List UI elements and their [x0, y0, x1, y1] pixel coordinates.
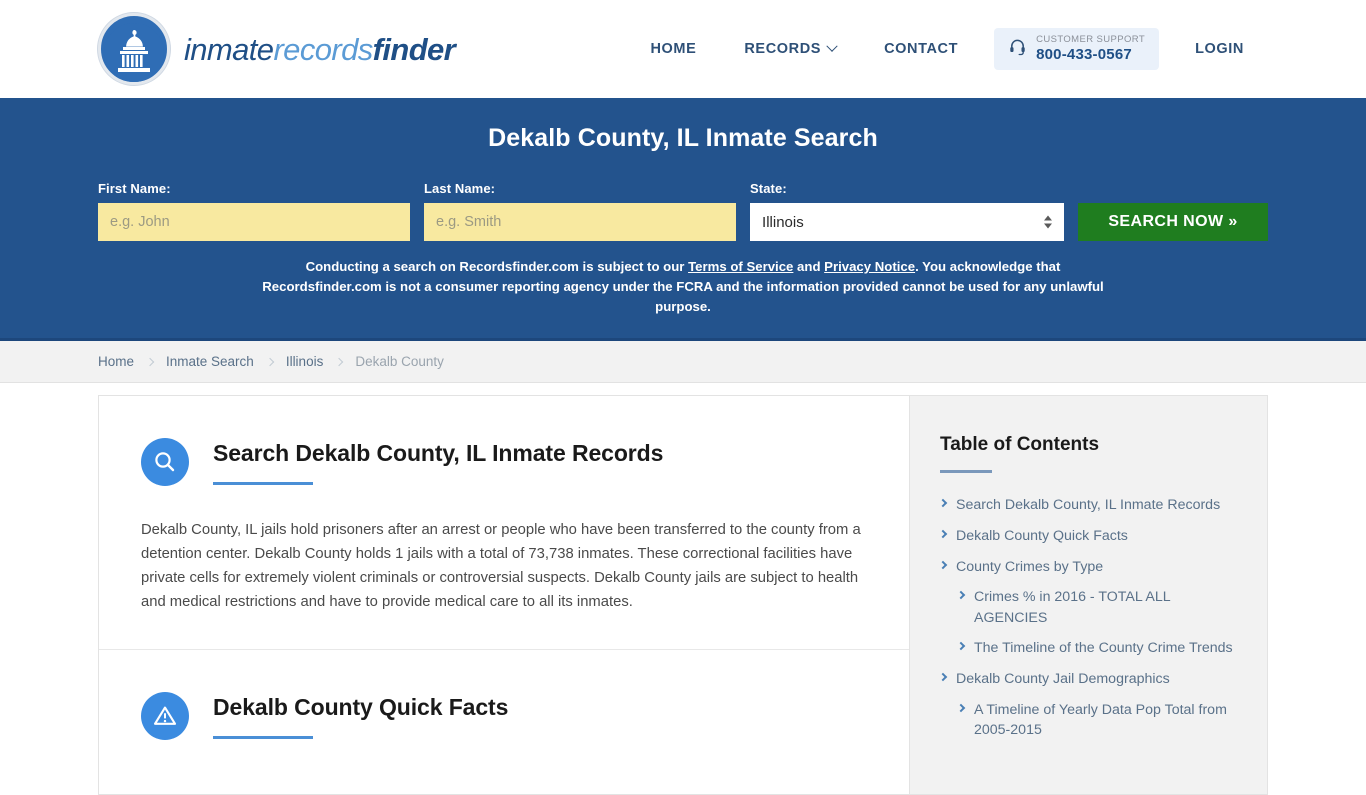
nav-login-label: LOGIN: [1195, 40, 1244, 57]
logo-wordmark: inmaterecordsfinder: [184, 31, 456, 67]
first-name-field-group: First Name:: [98, 181, 411, 241]
chevron-right-icon: [335, 357, 344, 367]
section-title: Search Dekalb County, IL Inmate Records: [213, 440, 664, 467]
section-search-records: Search Dekalb County, IL Inmate Records …: [99, 396, 909, 649]
toc-link-5[interactable]: Dekalb County Jail Demographics: [956, 669, 1170, 690]
inmate-search-form: First Name: Last Name: State: Illinois S…: [98, 181, 1268, 241]
section-title: Dekalb County Quick Facts: [213, 694, 509, 721]
chevron-right-icon: [938, 560, 948, 569]
chevron-right-icon: [938, 499, 948, 508]
customer-support-block[interactable]: CUSTOMER SUPPORT 800-433-0567: [994, 27, 1160, 71]
search-now-button[interactable]: SEARCH NOW »: [1078, 203, 1268, 241]
toc-item-3[interactable]: Crimes % in 2016 - TOTAL ALL AGENCIES: [940, 587, 1237, 628]
toc-title: Table of Contents: [940, 434, 1100, 456]
title-underline: [213, 482, 313, 486]
chevron-right-icon: [938, 672, 948, 682]
chevron-right-icon: [265, 357, 275, 367]
toc-link-6[interactable]: A Timeline of Yearly Data Pop Total from…: [974, 700, 1237, 741]
disclaimer-and: and: [793, 259, 825, 274]
breadcrumb-item-current: Dekalb County: [355, 354, 444, 370]
support-text: CUSTOMER SUPPORT 800-433-0567: [1036, 33, 1146, 63]
support-label: CUSTOMER SUPPORT: [1036, 33, 1146, 45]
breadcrumb: Home Inmate Search Illinois Dekalb Count…: [0, 341, 1366, 384]
toc-list: Search Dekalb County, IL Inmate Records …: [938, 495, 1237, 741]
last-name-input[interactable]: [424, 203, 737, 241]
state-field-group: State: Illinois: [750, 181, 1064, 241]
disclaimer-text-1: Conducting a search on Recordsfinder.com…: [305, 259, 689, 274]
section-paragraph: Dekalb County, IL jails hold prisoners a…: [141, 522, 861, 611]
site-header: inmaterecordsfinder HOME RECORDS CONTACT…: [0, 0, 1366, 98]
chevron-right-icon: [956, 590, 966, 600]
section-title-wrap: Search Dekalb County, IL Inmate Records: [213, 436, 664, 486]
privacy-notice-link[interactable]: Privacy Notice: [824, 259, 915, 274]
toc-item-0[interactable]: Search Dekalb County, IL Inmate Records: [938, 495, 1237, 516]
toc-link-4[interactable]: The Timeline of the County Crime Trends: [974, 638, 1233, 659]
toc-link-3[interactable]: Crimes % in 2016 - TOTAL ALL AGENCIES: [974, 587, 1237, 628]
toc-underline: [940, 470, 992, 474]
page-body: Search Dekalb County, IL Inmate Records …: [0, 383, 1366, 795]
toc-link-1[interactable]: Dekalb County Quick Facts: [956, 526, 1128, 547]
headset-icon: [1008, 37, 1027, 61]
logo-part-records: records: [273, 31, 373, 67]
chevron-right-icon: [956, 642, 966, 651]
table-of-contents: Table of Contents Search Dekalb County, …: [909, 396, 1267, 795]
nav-records-label: RECORDS: [744, 40, 822, 57]
section-title-wrap: Dekalb County Quick Facts: [213, 690, 509, 740]
capitol-dome-icon: [98, 13, 170, 85]
last-name-field-group: Last Name:: [424, 181, 737, 241]
nav-contact[interactable]: CONTACT: [860, 41, 982, 57]
nav-home-label: HOME: [650, 40, 697, 57]
toc-item-1[interactable]: Dekalb County Quick Facts: [938, 526, 1237, 547]
nav-home[interactable]: HOME: [626, 41, 720, 57]
first-name-input[interactable]: [98, 203, 411, 241]
chevron-down-icon: [826, 40, 838, 52]
hero-search-section: Dekalb County, IL Inmate Search First Na…: [0, 98, 1366, 342]
logo-part-inmate: inmate: [184, 31, 274, 67]
chevron-right-icon: [938, 529, 948, 539]
search-disclaimer: Conducting a search on Recordsfinder.com…: [253, 257, 1113, 316]
toc-link-0[interactable]: Search Dekalb County, IL Inmate Records: [956, 495, 1220, 516]
magnifier-icon: [141, 438, 189, 487]
title-underline: [213, 736, 313, 740]
main-navigation: HOME RECORDS CONTACT CUSTOMER SUPPORT 80…: [626, 27, 1268, 71]
terms-of-service-link[interactable]: Terms of Service: [688, 259, 793, 274]
page-title: Dekalb County, IL Inmate Search: [488, 124, 878, 152]
warning-triangle-icon: [141, 692, 189, 741]
last-name-label: Last Name:: [424, 181, 496, 196]
breadcrumb-item-home[interactable]: Home: [98, 354, 134, 369]
breadcrumb-item-illinois[interactable]: Illinois: [286, 354, 324, 369]
nav-records[interactable]: RECORDS: [720, 40, 860, 57]
content-card: Search Dekalb County, IL Inmate Records …: [98, 395, 1268, 795]
chevron-right-icon: [145, 357, 155, 367]
site-logo[interactable]: inmaterecordsfinder: [98, 13, 456, 85]
section-quick-facts: Dekalb County Quick Facts: [99, 649, 909, 774]
select-stepper-icon: [1044, 215, 1052, 229]
chevron-right-icon: [956, 703, 966, 712]
support-phone: 800-433-0567: [1036, 45, 1132, 63]
toc-item-5[interactable]: Dekalb County Jail Demographics: [938, 669, 1237, 690]
state-select-value: Illinois: [762, 213, 804, 231]
main-content: Search Dekalb County, IL Inmate Records …: [99, 396, 909, 795]
state-select[interactable]: Illinois: [750, 203, 1064, 241]
section-header: Search Dekalb County, IL Inmate Records: [141, 436, 867, 487]
toc-item-2[interactable]: County Crimes by Type: [938, 557, 1237, 578]
first-name-label: First Name:: [98, 181, 171, 196]
breadcrumb-item-inmate-search[interactable]: Inmate Search: [166, 354, 254, 369]
state-label: State:: [750, 181, 787, 196]
toc-item-4[interactable]: The Timeline of the County Crime Trends: [940, 638, 1237, 659]
toc-link-2[interactable]: County Crimes by Type: [956, 557, 1103, 578]
section-header: Dekalb County Quick Facts: [141, 690, 867, 741]
toc-item-6[interactable]: A Timeline of Yearly Data Pop Total from…: [940, 700, 1237, 741]
nav-login[interactable]: LOGIN: [1171, 41, 1268, 57]
logo-part-finder: finder: [372, 31, 456, 67]
nav-contact-label: CONTACT: [884, 40, 959, 57]
